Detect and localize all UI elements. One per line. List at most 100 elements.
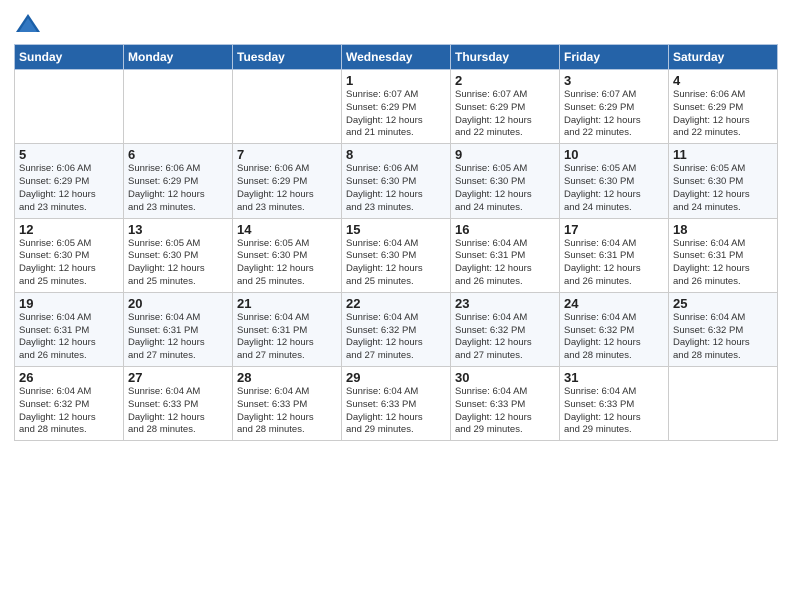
day-info: Sunrise: 6:04 AMSunset: 6:33 PMDaylight:… <box>128 386 228 437</box>
calendar-cell <box>124 70 233 144</box>
day-info: Sunrise: 6:04 AMSunset: 6:33 PMDaylight:… <box>564 386 664 437</box>
day-info: Sunrise: 6:04 AMSunset: 6:32 PMDaylight:… <box>564 312 664 363</box>
day-number: 31 <box>564 370 664 385</box>
calendar-cell: 29Sunrise: 6:04 AMSunset: 6:33 PMDayligh… <box>342 367 451 441</box>
week-row-4: 19Sunrise: 6:04 AMSunset: 6:31 PMDayligh… <box>15 292 778 366</box>
weekday-header-saturday: Saturday <box>669 45 778 70</box>
day-number: 20 <box>128 296 228 311</box>
day-info: Sunrise: 6:04 AMSunset: 6:33 PMDaylight:… <box>346 386 446 437</box>
day-info: Sunrise: 6:04 AMSunset: 6:32 PMDaylight:… <box>346 312 446 363</box>
calendar-cell: 8Sunrise: 6:06 AMSunset: 6:30 PMDaylight… <box>342 144 451 218</box>
day-number: 18 <box>673 222 773 237</box>
week-row-2: 5Sunrise: 6:06 AMSunset: 6:29 PMDaylight… <box>15 144 778 218</box>
day-number: 28 <box>237 370 337 385</box>
day-info: Sunrise: 6:05 AMSunset: 6:30 PMDaylight:… <box>128 238 228 289</box>
calendar-cell: 6Sunrise: 6:06 AMSunset: 6:29 PMDaylight… <box>124 144 233 218</box>
day-number: 3 <box>564 73 664 88</box>
calendar-cell: 26Sunrise: 6:04 AMSunset: 6:32 PMDayligh… <box>15 367 124 441</box>
calendar-cell: 27Sunrise: 6:04 AMSunset: 6:33 PMDayligh… <box>124 367 233 441</box>
day-number: 10 <box>564 147 664 162</box>
calendar-cell: 15Sunrise: 6:04 AMSunset: 6:30 PMDayligh… <box>342 218 451 292</box>
day-info: Sunrise: 6:04 AMSunset: 6:31 PMDaylight:… <box>564 238 664 289</box>
day-number: 4 <box>673 73 773 88</box>
day-info: Sunrise: 6:04 AMSunset: 6:33 PMDaylight:… <box>455 386 555 437</box>
calendar-cell: 12Sunrise: 6:05 AMSunset: 6:30 PMDayligh… <box>15 218 124 292</box>
day-info: Sunrise: 6:06 AMSunset: 6:29 PMDaylight:… <box>237 163 337 214</box>
week-row-5: 26Sunrise: 6:04 AMSunset: 6:32 PMDayligh… <box>15 367 778 441</box>
logo-icon <box>14 10 42 38</box>
day-info: Sunrise: 6:06 AMSunset: 6:29 PMDaylight:… <box>19 163 119 214</box>
week-row-3: 12Sunrise: 6:05 AMSunset: 6:30 PMDayligh… <box>15 218 778 292</box>
day-number: 14 <box>237 222 337 237</box>
day-info: Sunrise: 6:06 AMSunset: 6:30 PMDaylight:… <box>346 163 446 214</box>
calendar-cell: 17Sunrise: 6:04 AMSunset: 6:31 PMDayligh… <box>560 218 669 292</box>
day-number: 11 <box>673 147 773 162</box>
calendar-cell: 24Sunrise: 6:04 AMSunset: 6:32 PMDayligh… <box>560 292 669 366</box>
day-info: Sunrise: 6:07 AMSunset: 6:29 PMDaylight:… <box>455 89 555 140</box>
day-number: 1 <box>346 73 446 88</box>
calendar-cell <box>15 70 124 144</box>
day-number: 25 <box>673 296 773 311</box>
calendar-cell: 13Sunrise: 6:05 AMSunset: 6:30 PMDayligh… <box>124 218 233 292</box>
calendar-cell: 9Sunrise: 6:05 AMSunset: 6:30 PMDaylight… <box>451 144 560 218</box>
week-row-1: 1Sunrise: 6:07 AMSunset: 6:29 PMDaylight… <box>15 70 778 144</box>
calendar-cell: 4Sunrise: 6:06 AMSunset: 6:29 PMDaylight… <box>669 70 778 144</box>
day-number: 29 <box>346 370 446 385</box>
day-number: 24 <box>564 296 664 311</box>
weekday-header-monday: Monday <box>124 45 233 70</box>
calendar-cell: 1Sunrise: 6:07 AMSunset: 6:29 PMDaylight… <box>342 70 451 144</box>
calendar-cell: 30Sunrise: 6:04 AMSunset: 6:33 PMDayligh… <box>451 367 560 441</box>
calendar-cell: 7Sunrise: 6:06 AMSunset: 6:29 PMDaylight… <box>233 144 342 218</box>
day-info: Sunrise: 6:07 AMSunset: 6:29 PMDaylight:… <box>346 89 446 140</box>
calendar-cell: 21Sunrise: 6:04 AMSunset: 6:31 PMDayligh… <box>233 292 342 366</box>
calendar-cell: 23Sunrise: 6:04 AMSunset: 6:32 PMDayligh… <box>451 292 560 366</box>
calendar-cell: 14Sunrise: 6:05 AMSunset: 6:30 PMDayligh… <box>233 218 342 292</box>
day-info: Sunrise: 6:06 AMSunset: 6:29 PMDaylight:… <box>128 163 228 214</box>
day-number: 7 <box>237 147 337 162</box>
day-number: 27 <box>128 370 228 385</box>
weekday-header-friday: Friday <box>560 45 669 70</box>
day-number: 5 <box>19 147 119 162</box>
day-info: Sunrise: 6:04 AMSunset: 6:31 PMDaylight:… <box>673 238 773 289</box>
day-number: 13 <box>128 222 228 237</box>
day-number: 23 <box>455 296 555 311</box>
calendar-cell: 20Sunrise: 6:04 AMSunset: 6:31 PMDayligh… <box>124 292 233 366</box>
day-info: Sunrise: 6:05 AMSunset: 6:30 PMDaylight:… <box>19 238 119 289</box>
calendar-cell: 10Sunrise: 6:05 AMSunset: 6:30 PMDayligh… <box>560 144 669 218</box>
calendar-cell: 19Sunrise: 6:04 AMSunset: 6:31 PMDayligh… <box>15 292 124 366</box>
day-number: 6 <box>128 147 228 162</box>
day-info: Sunrise: 6:04 AMSunset: 6:33 PMDaylight:… <box>237 386 337 437</box>
calendar-cell: 5Sunrise: 6:06 AMSunset: 6:29 PMDaylight… <box>15 144 124 218</box>
calendar-cell: 22Sunrise: 6:04 AMSunset: 6:32 PMDayligh… <box>342 292 451 366</box>
day-info: Sunrise: 6:07 AMSunset: 6:29 PMDaylight:… <box>564 89 664 140</box>
day-number: 16 <box>455 222 555 237</box>
day-info: Sunrise: 6:05 AMSunset: 6:30 PMDaylight:… <box>564 163 664 214</box>
weekday-header-wednesday: Wednesday <box>342 45 451 70</box>
day-info: Sunrise: 6:04 AMSunset: 6:32 PMDaylight:… <box>455 312 555 363</box>
day-number: 26 <box>19 370 119 385</box>
day-number: 15 <box>346 222 446 237</box>
weekday-header-tuesday: Tuesday <box>233 45 342 70</box>
day-info: Sunrise: 6:06 AMSunset: 6:29 PMDaylight:… <box>673 89 773 140</box>
calendar-cell <box>669 367 778 441</box>
day-number: 2 <box>455 73 555 88</box>
day-info: Sunrise: 6:05 AMSunset: 6:30 PMDaylight:… <box>237 238 337 289</box>
day-info: Sunrise: 6:04 AMSunset: 6:30 PMDaylight:… <box>346 238 446 289</box>
weekday-header-sunday: Sunday <box>15 45 124 70</box>
calendar-cell: 2Sunrise: 6:07 AMSunset: 6:29 PMDaylight… <box>451 70 560 144</box>
page: SundayMondayTuesdayWednesdayThursdayFrid… <box>0 0 792 612</box>
day-info: Sunrise: 6:05 AMSunset: 6:30 PMDaylight:… <box>673 163 773 214</box>
day-number: 22 <box>346 296 446 311</box>
day-info: Sunrise: 6:04 AMSunset: 6:32 PMDaylight:… <box>673 312 773 363</box>
calendar-cell: 28Sunrise: 6:04 AMSunset: 6:33 PMDayligh… <box>233 367 342 441</box>
day-info: Sunrise: 6:04 AMSunset: 6:31 PMDaylight:… <box>19 312 119 363</box>
calendar-cell: 31Sunrise: 6:04 AMSunset: 6:33 PMDayligh… <box>560 367 669 441</box>
weekday-header-thursday: Thursday <box>451 45 560 70</box>
calendar-cell: 25Sunrise: 6:04 AMSunset: 6:32 PMDayligh… <box>669 292 778 366</box>
day-info: Sunrise: 6:04 AMSunset: 6:32 PMDaylight:… <box>19 386 119 437</box>
calendar-cell: 3Sunrise: 6:07 AMSunset: 6:29 PMDaylight… <box>560 70 669 144</box>
day-info: Sunrise: 6:05 AMSunset: 6:30 PMDaylight:… <box>455 163 555 214</box>
header <box>14 10 778 38</box>
day-number: 30 <box>455 370 555 385</box>
day-info: Sunrise: 6:04 AMSunset: 6:31 PMDaylight:… <box>128 312 228 363</box>
